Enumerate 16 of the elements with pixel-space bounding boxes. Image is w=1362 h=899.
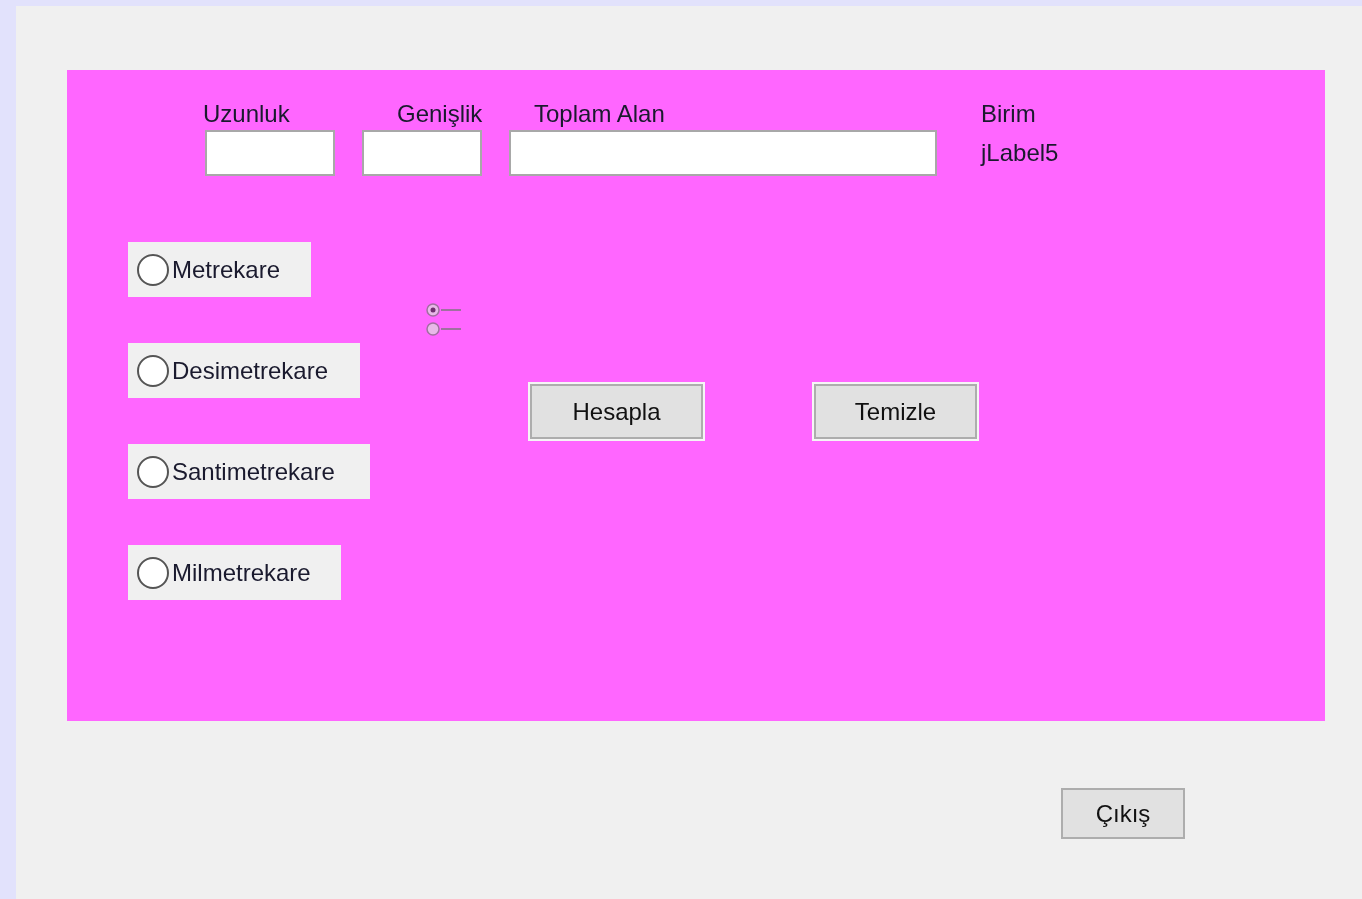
radio-option[interactable]: Metrekare [128,242,311,297]
button-group-icon [425,303,461,337]
radio-option[interactable]: Desimetrekare [128,343,360,398]
text-field[interactable] [509,130,937,176]
unit-label: jLabel5 [981,138,1059,168]
text-field[interactable] [362,130,482,176]
column-label: Uzunluk [203,100,290,127]
action-button[interactable]: Hesapla [530,384,703,439]
radio-option[interactable]: Santimetrekare [128,444,370,499]
action-button[interactable]: Temizle [814,384,977,439]
radio-option[interactable]: Milmetrekare [128,545,341,600]
exit-button[interactable]: Çıkış [1061,788,1185,839]
text-field[interactable] [205,130,335,176]
column-label: Birim [981,100,1036,127]
column-label: Genişlik [397,100,483,127]
column-label: Toplam Alan [534,100,665,127]
